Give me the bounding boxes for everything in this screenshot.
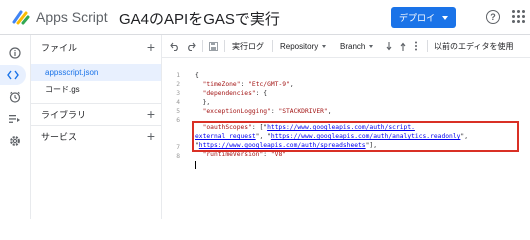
older-editor-label: 以前のエディタを使用 [434, 41, 514, 51]
triggers-clock-icon[interactable] [4, 87, 26, 107]
add-service-icon[interactable]: + [147, 129, 155, 143]
code-token: }, [202, 99, 211, 106]
deploy-button-label: デプロイ [398, 13, 435, 23]
top-bar: Apps Script GA4のAPIをGASで実行 デプロイ ? [0, 0, 530, 35]
branch-dropdown[interactable]: Branch [340, 35, 374, 57]
line-number: 5 [176, 108, 180, 115]
services-label: サービス [41, 131, 78, 142]
chevron-down-icon [369, 44, 374, 48]
file-item-appsscript-json[interactable]: appsscript.json [31, 64, 161, 81]
code-line-1: { [195, 72, 199, 79]
file-label: appsscript.json [45, 68, 99, 77]
apps-script-logo-icon [12, 10, 30, 25]
code-key: "exceptionLogging" [202, 108, 271, 115]
code-key: "dependencies" [202, 90, 256, 97]
help-icon[interactable]: ? [486, 10, 500, 24]
chevron-down-icon [442, 15, 448, 20]
code-key: "runtimeVersion" [202, 151, 264, 158]
code-line-7: "runtimeVersion": "V8" [202, 151, 287, 158]
chevron-down-icon [322, 44, 327, 48]
line-number: 8 [176, 153, 180, 160]
overview-icon[interactable] [4, 43, 26, 63]
use-older-editor-button[interactable]: 以前のエディタを使用 [434, 35, 513, 57]
apps-grid-icon[interactable] [512, 10, 525, 23]
executions-icon[interactable] [4, 109, 26, 129]
add-library-icon[interactable]: + [147, 107, 155, 121]
toolbar-separator [202, 40, 203, 52]
files-label: ファイル [41, 42, 78, 53]
execution-log-button[interactable]: 実行ログ [232, 35, 264, 57]
text-cursor [195, 161, 196, 169]
code-line-3: "dependencies": { [202, 90, 268, 97]
code-token: { [195, 72, 199, 79]
code-string: "Etc/GMT-9" [248, 81, 290, 88]
left-rail [0, 35, 31, 219]
line-number: 3 [176, 90, 180, 97]
app-name: Apps Script [36, 9, 108, 25]
branch-label: Branch [340, 41, 366, 51]
more-vert-icon[interactable] [414, 35, 418, 57]
code-line-5: "exceptionLogging": "STACKDRIVER", [202, 108, 332, 115]
redo-icon[interactable] [186, 35, 196, 57]
line-number: 2 [176, 81, 180, 88]
code-line-2: "timeZone": "Etc/GMT-9", [202, 81, 294, 88]
execution-log-label: 実行ログ [232, 41, 264, 51]
repository-dropdown[interactable]: Repository [280, 35, 327, 57]
save-icon[interactable] [209, 35, 218, 57]
editor-icon[interactable] [0, 65, 26, 85]
file-label: コード.gs [45, 85, 80, 94]
files-header: ファイル + [31, 37, 161, 57]
help-symbol: ? [490, 12, 496, 22]
line-number: 6 [176, 117, 180, 124]
file-item-code-gs[interactable]: コード.gs [31, 81, 161, 98]
toolbar-separator [427, 40, 428, 52]
repository-label: Repository [280, 41, 319, 51]
code-string: "STACKDRIVER" [278, 108, 328, 115]
editor-toolbar: 実行ログ Repository Branch 以前のエディタを使用 [162, 35, 530, 58]
code-string: "V8" [270, 151, 287, 158]
settings-gear-icon[interactable] [4, 131, 26, 151]
code-line-4: }, [195, 99, 211, 106]
line-number: 4 [176, 99, 180, 106]
toolbar-separator [224, 40, 225, 52]
undo-icon[interactable] [170, 35, 180, 57]
line-number: 7 [176, 144, 180, 151]
pull-icon[interactable] [386, 35, 392, 57]
add-file-icon[interactable]: + [147, 40, 155, 54]
deploy-button[interactable]: デプロイ [391, 7, 456, 28]
push-icon[interactable] [400, 35, 406, 57]
files-panel: ファイル + appsscript.json コード.gs ライブラリ + サー… [31, 35, 162, 219]
services-header: サービス + [31, 126, 161, 146]
code-key: "timeZone" [202, 81, 241, 88]
highlight-box-oauth-scopes [192, 121, 519, 152]
libraries-label: ライブラリ [41, 109, 87, 120]
libraries-header: ライブラリ + [31, 104, 161, 124]
toolbar-separator [272, 40, 273, 52]
project-title[interactable]: GA4のAPIをGASで実行 [119, 8, 280, 29]
line-number: 1 [176, 72, 180, 79]
